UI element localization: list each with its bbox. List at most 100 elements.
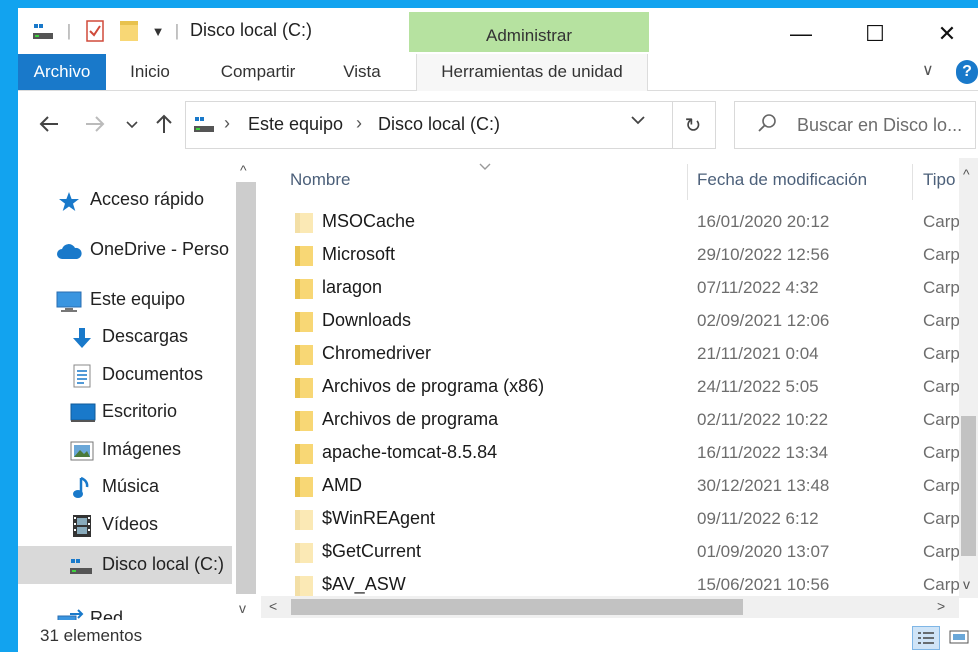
new-folder-icon[interactable]: [116, 18, 142, 44]
file-name: $GetCurrent: [322, 541, 422, 561]
close-button[interactable]: ✕: [922, 14, 972, 54]
column-header-fecha[interactable]: Fecha de modificación: [697, 170, 867, 190]
breadcrumb-disco-local[interactable]: Disco local (C:): [378, 114, 500, 135]
forward-button[interactable]: [80, 109, 110, 139]
tab-herramientas-de-unidad[interactable]: Herramientas de unidad: [416, 54, 648, 91]
file-name: Microsoft: [322, 244, 396, 264]
refresh-button[interactable]: ↻: [671, 101, 716, 149]
tab-administrar[interactable]: Administrar: [409, 12, 649, 52]
properties-icon[interactable]: [82, 18, 108, 44]
file-row[interactable]: MSOCache 16/01/2020 20:12 Carp: [261, 206, 961, 239]
file-name: Archivos de programa (x86): [322, 376, 545, 396]
recent-locations-icon[interactable]: [122, 109, 142, 139]
divider: |: [174, 21, 180, 40]
nav-item-disco-local[interactable]: Disco local (C:): [18, 546, 232, 584]
search-box[interactable]: Buscar en Disco lo...: [734, 101, 976, 149]
scroll-left-icon[interactable]: <: [269, 598, 277, 614]
file-list-scroll-thumb[interactable]: [961, 416, 976, 556]
scroll-down-icon[interactable]: v: [239, 600, 246, 616]
nav-item-label: Disco local (C:): [102, 554, 225, 574]
file-date: 30/12/2021 13:48: [697, 476, 830, 495]
column-header-nombre[interactable]: Nombre: [290, 170, 350, 190]
nav-item-este-equipo[interactable]: Este equipo: [18, 283, 228, 319]
expand-ribbon-icon[interactable]: ∨: [922, 60, 934, 80]
column-divider[interactable]: [687, 164, 688, 200]
file-row[interactable]: Microsoft 29/10/2022 12:56 Carp: [261, 239, 961, 272]
file-type: Carp: [923, 377, 960, 396]
sort-indicator-icon: [479, 160, 491, 174]
file-row[interactable]: Chromedriver 21/11/2021 0:04 Carp: [261, 338, 961, 371]
scroll-down-icon[interactable]: v: [963, 576, 970, 592]
file-name: $AV_ASW: [322, 574, 406, 594]
nav-item-musica[interactable]: Música: [18, 470, 228, 506]
minimize-button[interactable]: —: [776, 14, 826, 54]
folder-icon: [294, 278, 314, 305]
large-icons-view-button[interactable]: [946, 626, 972, 648]
document-icon: [72, 364, 92, 388]
drive-icon[interactable]: [28, 18, 58, 44]
file-row[interactable]: laragon 07/11/2022 4:32 Carp: [261, 272, 961, 305]
help-button[interactable]: ?: [956, 60, 978, 84]
scroll-up-icon[interactable]: ^: [240, 162, 247, 178]
file-name: Chromedriver: [322, 343, 432, 363]
drive-icon: [68, 556, 94, 576]
nav-item-videos[interactable]: Vídeos: [18, 508, 228, 544]
file-row[interactable]: AMD 30/12/2021 13:48 Carp: [261, 470, 961, 503]
address-dropdown-icon[interactable]: [631, 112, 645, 130]
file-row[interactable]: $GetCurrent 01/09/2020 13:07 Carp: [261, 536, 961, 569]
explorer-window: | ▼ | Disco local (C:) Administrar — ☐ ✕…: [18, 8, 978, 652]
breadcrumb-separator-icon: ›: [224, 113, 230, 133]
title-bar: | ▼ | Disco local (C:) Administrar — ☐ ✕: [18, 8, 978, 54]
folder-icon: [294, 344, 314, 371]
horizontal-scroll-thumb[interactable]: [291, 599, 743, 615]
tab-inicio[interactable]: Inicio: [118, 54, 182, 90]
nav-item-label: Imágenes: [102, 439, 182, 459]
file-list-vertical-scrollbar[interactable]: ^ v: [959, 158, 978, 598]
music-icon: [72, 476, 92, 500]
desktop-icon: [70, 403, 96, 423]
breadcrumb-este-equipo[interactable]: Este equipo: [248, 114, 343, 135]
tab-compartir[interactable]: Compartir: [208, 54, 308, 90]
nav-item-acceso-rapido[interactable]: Acceso rápido: [18, 183, 228, 219]
file-row[interactable]: Archivos de programa 02/11/2022 10:22 Carp: [261, 404, 961, 437]
column-header-tipo[interactable]: Tipo: [923, 170, 955, 190]
file-list-horizontal-scrollbar[interactable]: < >: [261, 596, 959, 618]
quick-access-dropdown-icon[interactable]: ▼: [148, 18, 168, 44]
file-type: Carp: [923, 245, 960, 264]
file-name: Archivos de programa: [322, 409, 499, 429]
file-row[interactable]: Downloads 02/09/2021 12:06 Carp: [261, 305, 961, 338]
nav-item-imagenes[interactable]: Imágenes: [18, 433, 228, 469]
folder-icon: [294, 410, 314, 437]
nav-item-label: OneDrive - Perso: [90, 239, 230, 259]
up-button[interactable]: [150, 109, 178, 139]
scroll-up-icon[interactable]: ^: [963, 166, 970, 182]
large-icons-view-icon: [949, 630, 969, 644]
navigation-pane: Acceso rápido OneDrive - Perso Este equi…: [18, 158, 261, 629]
file-row[interactable]: apache-tomcat-8.5.84 16/11/2022 13:34 Carp: [261, 437, 961, 470]
file-row[interactable]: Archivos de programa (x86) 24/11/2022 5:0…: [261, 371, 961, 404]
nav-item-documentos[interactable]: Documentos: [18, 358, 228, 394]
column-divider[interactable]: [912, 164, 913, 200]
scroll-right-icon[interactable]: >: [937, 598, 945, 614]
file-date: 02/09/2021 12:06: [697, 311, 830, 330]
maximize-button[interactable]: ☐: [850, 14, 900, 54]
nav-item-onedrive[interactable]: OneDrive - Perso: [18, 233, 230, 269]
details-view-button[interactable]: [912, 626, 940, 650]
address-bar[interactable]: › Este equipo › Disco local (C:): [185, 101, 673, 149]
file-date: 15/06/2021 10:56: [697, 575, 830, 594]
tab-vista[interactable]: Vista: [334, 54, 390, 90]
nav-pane-scroll-thumb[interactable]: [236, 182, 256, 594]
file-row[interactable]: $WinREAgent 09/11/2022 6:12 Carp: [261, 503, 961, 536]
file-name: MSOCache: [322, 211, 416, 231]
back-button[interactable]: [34, 109, 64, 139]
nav-pane-scrollbar[interactable]: ^ v: [234, 160, 258, 620]
nav-item-escritorio[interactable]: Escritorio: [18, 395, 228, 431]
tab-archivo[interactable]: Archivo: [18, 54, 106, 90]
file-type: Carp: [923, 311, 960, 330]
search-input[interactable]: Buscar en Disco lo...: [797, 115, 962, 136]
folder-icon: [294, 311, 314, 338]
nav-item-descargas[interactable]: Descargas: [18, 320, 228, 356]
window-title: Disco local (C:): [190, 20, 313, 40]
computer-drive-icon: [192, 114, 216, 139]
file-name: Downloads: [322, 310, 412, 330]
